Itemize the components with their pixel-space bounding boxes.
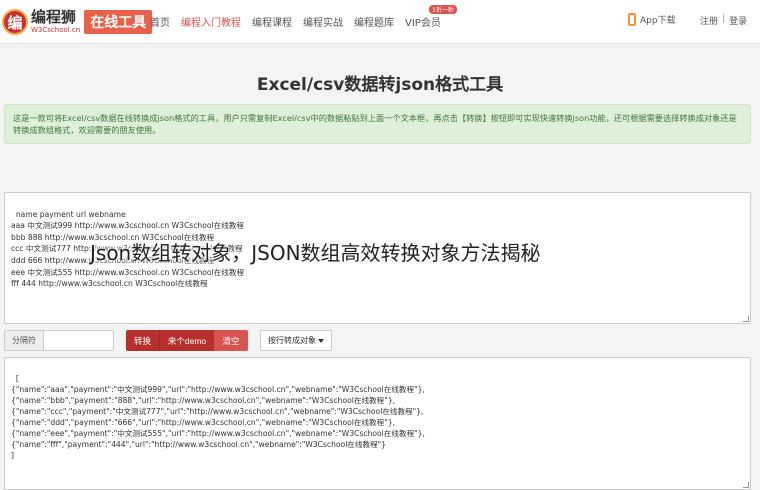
- app-download-label: App下载: [640, 16, 676, 26]
- tool-description-notice: 这是一款可将Excel/csv数据在线转换成json格式的工具，用户只需复制Ex…: [4, 104, 751, 144]
- phone-icon: [628, 13, 636, 26]
- register-link[interactable]: 注册: [700, 14, 718, 27]
- auth-separator: |: [722, 14, 726, 24]
- nav-courses[interactable]: 编程课程: [252, 14, 292, 29]
- conversion-mode-label: 按行转成对象: [268, 336, 316, 345]
- resize-grip-icon[interactable]: [743, 316, 749, 322]
- action-button-group: 转换 来个demo 清空: [126, 330, 248, 351]
- resize-grip-icon[interactable]: [743, 482, 749, 488]
- overlay-caption: Json数组转对象，JSON数组高效转换对象方法揭秘: [90, 241, 541, 265]
- nav-tutorials[interactable]: 编程入门教程: [181, 14, 241, 29]
- logo-subtitle: W3Cschool.cn: [31, 26, 81, 34]
- delimiter-label: 分隔符: [4, 330, 44, 351]
- vip-promo-badge: 1折一秒: [429, 5, 457, 14]
- json-output-content: [ {"name":"aaa","payment":"中文测试999","url…: [11, 374, 425, 460]
- logo-mark-icon: 编: [2, 9, 28, 35]
- site-header: 编 编程狮 W3Cschool.cn 在线工具 首页 编程入门教程 编程课程 编…: [0, 0, 760, 44]
- demo-button[interactable]: 来个demo: [159, 330, 214, 351]
- site-logo[interactable]: 编 编程狮 W3Cschool.cn 在线工具: [2, 7, 153, 37]
- logo-name: 编程狮: [31, 8, 77, 26]
- clear-button[interactable]: 清空: [214, 330, 248, 351]
- nav-practice[interactable]: 编程实战: [303, 14, 343, 29]
- nav-vip[interactable]: VIP会员 1折一秒: [405, 5, 457, 29]
- page-title: Excel/csv数据转json格式工具: [256, 75, 504, 95]
- delimiter-input[interactable]: [44, 330, 114, 351]
- logo-text: 编程狮 W3Cschool.cn: [31, 10, 80, 34]
- app-download-link[interactable]: App下载: [628, 13, 676, 26]
- nav-home[interactable]: 首页: [150, 14, 170, 29]
- main-nav: 首页 编程入门教程 编程课程 编程实战 编程题库 VIP会员 1折一秒: [150, 5, 457, 29]
- auth-links: 注册 | 登录: [700, 14, 747, 27]
- json-output-textarea[interactable]: [ {"name":"aaa","payment":"中文测试999","url…: [4, 357, 751, 490]
- login-link[interactable]: 登录: [729, 14, 747, 27]
- convert-button[interactable]: 转换: [126, 330, 159, 351]
- nav-vip-label: VIP会员: [405, 18, 441, 29]
- conversion-mode-dropdown[interactable]: 按行转成对象: [260, 330, 332, 351]
- nav-question-bank[interactable]: 编程题库: [354, 14, 394, 29]
- logo-badge: 在线工具: [84, 10, 153, 34]
- caret-down-icon: [318, 338, 324, 343]
